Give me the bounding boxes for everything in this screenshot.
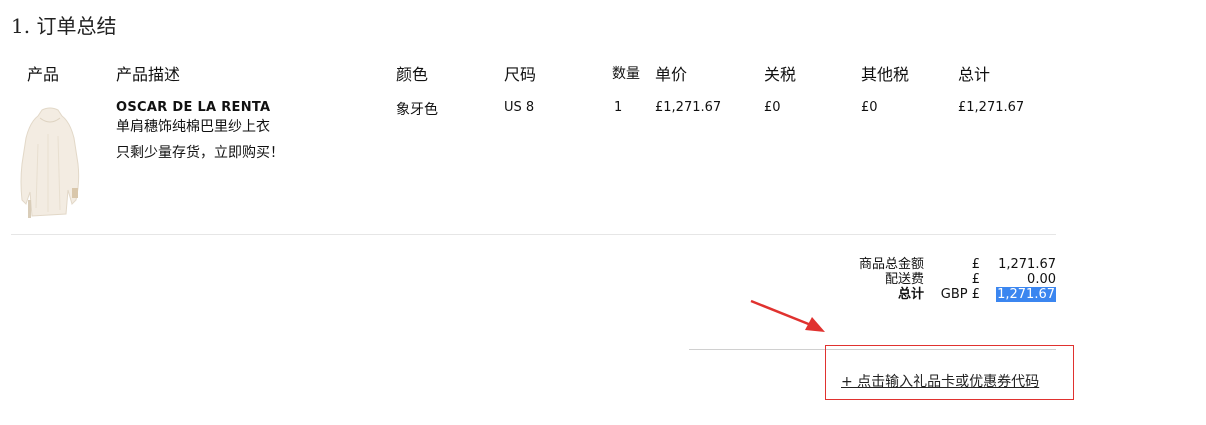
header-quantity: 数量 xyxy=(612,66,640,82)
product-brand[interactable]: OSCAR DE LA RENTA xyxy=(116,100,270,115)
cell-other-tax: £0 xyxy=(861,100,878,115)
header-unit-price: 单价 xyxy=(655,65,688,84)
total-value: 1,271.67 xyxy=(996,287,1056,302)
cell-color: 象牙色 xyxy=(396,102,438,118)
cell-duty: £0 xyxy=(764,100,781,115)
cell-total: £1,271.67 xyxy=(958,100,1025,115)
header-total: 总计 xyxy=(958,65,991,84)
header-description: 产品描述 xyxy=(116,65,181,84)
cell-unit-price: £1,271.67 xyxy=(655,100,722,115)
cell-quantity: 1 xyxy=(614,100,623,115)
subtotal-currency: £ xyxy=(971,257,980,272)
header-product: 产品 xyxy=(27,65,60,84)
header-size: 尺码 xyxy=(504,65,537,84)
subtotal-label: 商品总金额 xyxy=(858,257,924,272)
section-title: 1. 订单总结 xyxy=(11,14,117,38)
header-duty: 关税 xyxy=(764,65,797,84)
header-other-tax: 其他税 xyxy=(861,65,910,84)
shipping-row: 配送费 £ 0.00 xyxy=(780,272,1056,287)
total-currency: GBP £ xyxy=(940,287,980,302)
gift-card-coupon-link[interactable]: + 点击输入礼品卡或优惠券代码 xyxy=(841,371,1039,391)
shipping-label: 配送费 xyxy=(884,272,924,287)
shipping-value: 0.00 xyxy=(1027,272,1056,287)
cell-size: US 8 xyxy=(504,100,535,115)
blouse-image[interactable] xyxy=(18,104,82,230)
shipping-currency: £ xyxy=(971,272,980,287)
stock-note: 只剩少量存货，立即购买！ xyxy=(116,145,284,161)
header-color: 颜色 xyxy=(396,65,429,84)
total-label: 总计 xyxy=(897,287,924,302)
red-arrow-icon xyxy=(745,295,835,344)
product-name[interactable]: 单肩穗饰纯棉巴里纱上衣 xyxy=(116,116,270,136)
subtotal-row: 商品总金额 £ 1,271.67 xyxy=(780,257,1056,272)
table-divider xyxy=(11,234,1056,235)
subtotal-value: 1,271.67 xyxy=(998,257,1056,272)
